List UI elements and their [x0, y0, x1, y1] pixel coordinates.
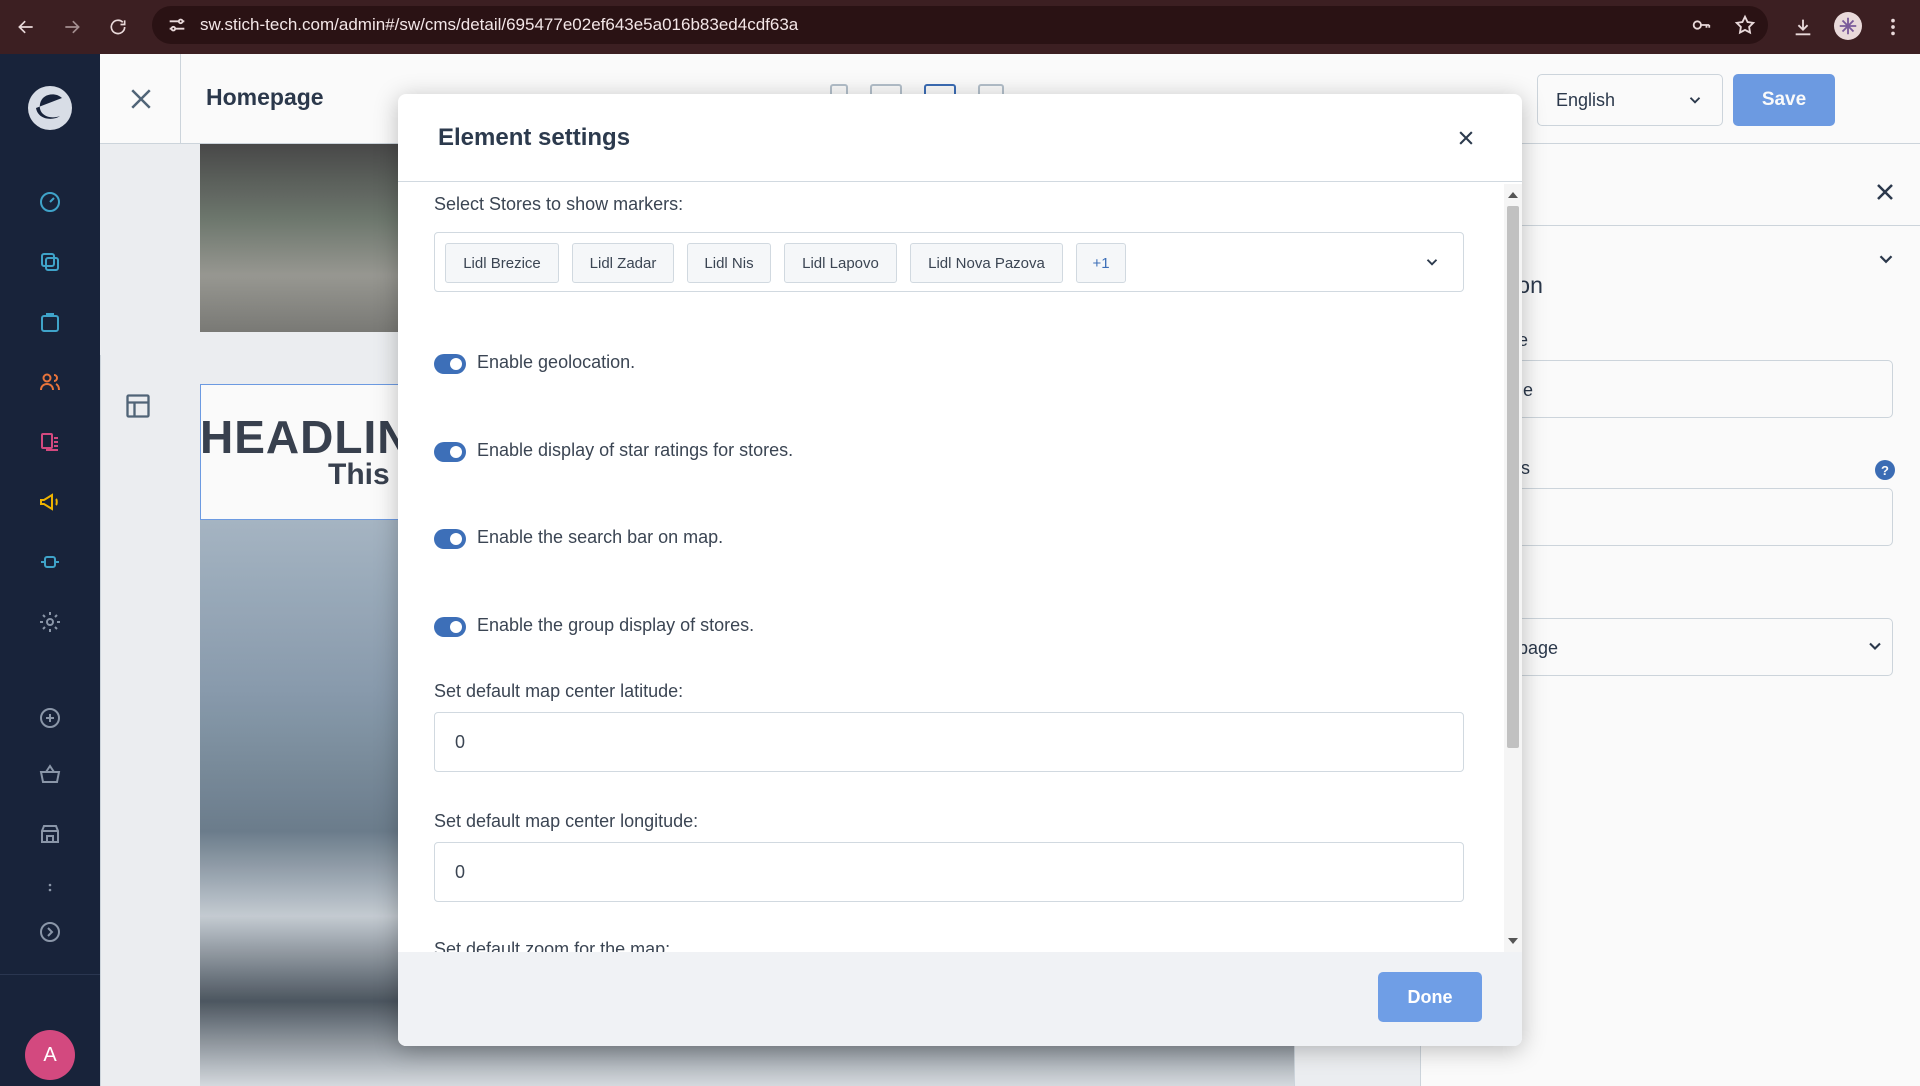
- scroll-down-arrow[interactable]: [1508, 938, 1518, 944]
- basket-icon[interactable]: [36, 760, 64, 788]
- modal-body: Select Stores to show markers: Lidl Brez…: [398, 182, 1522, 959]
- star-ratings-toggle[interactable]: [434, 442, 466, 462]
- element-settings-modal: Element settings Select Stores to show m…: [398, 94, 1522, 1046]
- store-chip[interactable]: Lidl Lapovo: [784, 243, 897, 283]
- store-chip[interactable]: Lidl Nova Pazova: [910, 243, 1063, 283]
- longitude-label: Set default map center longitude:: [434, 811, 699, 831]
- expand-sidebar-icon[interactable]: [36, 918, 64, 946]
- group-display-label: Enable the group display of stores.: [477, 615, 755, 635]
- more-vertical-icon[interactable]: [36, 874, 64, 902]
- admin-sidebar: A: [0, 54, 100, 1086]
- forward-icon[interactable]: [54, 9, 90, 45]
- browser-toolbar: sw.stich-tech.com/admin#/sw/cms/detail/6…: [0, 0, 1920, 54]
- store-chip[interactable]: Lidl Zadar: [572, 243, 674, 283]
- download-icon[interactable]: [1790, 14, 1816, 40]
- extensions-icon[interactable]: [36, 548, 64, 576]
- star-ratings-label: Enable display of star ratings for store…: [477, 440, 794, 460]
- scroll-up-arrow[interactable]: [1508, 192, 1518, 198]
- geolocation-label: Enable geolocation.: [477, 352, 636, 372]
- reload-icon[interactable]: [100, 9, 136, 45]
- stores-multiselect[interactable]: Lidl Brezice Lidl Zadar Lidl Nis Lidl La…: [434, 232, 1464, 292]
- store-chip[interactable]: Lidl Nis: [687, 243, 771, 283]
- modal-header: Element settings: [398, 94, 1522, 182]
- key-icon[interactable]: [1690, 14, 1712, 36]
- profile-icon[interactable]: [1834, 12, 1862, 40]
- catalog-icon[interactable]: [36, 248, 64, 276]
- latitude-input[interactable]: 0: [434, 712, 1464, 772]
- chevron-down-icon[interactable]: [1423, 253, 1441, 271]
- modal-title: Element settings: [438, 124, 631, 151]
- back-icon[interactable]: [8, 9, 44, 45]
- dashboard-icon[interactable]: [36, 188, 64, 216]
- search-bar-label: Enable the search bar on map.: [477, 527, 724, 547]
- shopware-logo-icon[interactable]: [26, 84, 74, 132]
- scrollbar-thumb[interactable]: [1507, 206, 1519, 748]
- bookmark-star-icon[interactable]: [1734, 14, 1756, 36]
- modal-scrollbar[interactable]: [1504, 184, 1522, 952]
- url-text: sw.stich-tech.com/admin#/sw/cms/detail/6…: [200, 15, 799, 34]
- user-avatar[interactable]: A: [25, 1030, 75, 1080]
- search-bar-toggle[interactable]: [434, 529, 466, 549]
- sidebar-divider: [0, 974, 100, 975]
- store-chip[interactable]: Lidl Brezice: [445, 243, 559, 283]
- site-settings-icon[interactable]: [166, 14, 188, 36]
- browser-menu-icon[interactable]: [1880, 14, 1906, 40]
- marketing-icon[interactable]: [36, 488, 64, 516]
- modal-footer: Done: [398, 952, 1522, 1046]
- close-modal-icon[interactable]: [1456, 128, 1476, 148]
- latitude-label: Set default map center latitude:: [434, 681, 684, 701]
- settings-gear-icon[interactable]: [36, 608, 64, 636]
- store-icon[interactable]: [36, 820, 64, 848]
- customers-icon[interactable]: [36, 368, 64, 396]
- longitude-input[interactable]: 0: [434, 842, 1464, 902]
- geolocation-toggle[interactable]: [434, 354, 466, 374]
- group-display-toggle[interactable]: [434, 617, 466, 637]
- add-icon[interactable]: [36, 704, 64, 732]
- orders-icon[interactable]: [36, 308, 64, 336]
- stores-label: Select Stores to show markers:: [434, 194, 684, 214]
- address-bar[interactable]: sw.stich-tech.com/admin#/sw/cms/detail/6…: [152, 6, 1768, 44]
- more-stores-chip[interactable]: +1: [1076, 243, 1126, 283]
- done-button[interactable]: Done: [1378, 972, 1482, 1022]
- content-icon[interactable]: [36, 428, 64, 456]
